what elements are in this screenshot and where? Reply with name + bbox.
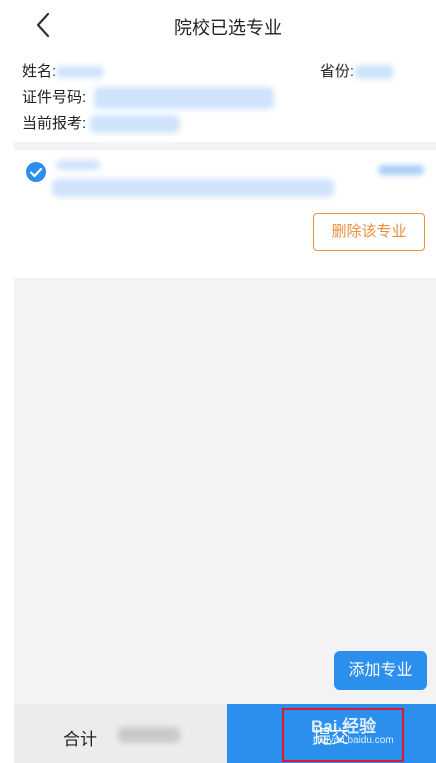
major-list-empty-area (14, 278, 436, 704)
navigation-bar: 院校已选专业 (0, 0, 436, 50)
check-circle-icon[interactable] (26, 162, 46, 182)
id-value-redacted (94, 87, 275, 110)
add-major-button[interactable]: 添加专业 (334, 651, 427, 690)
province-label: 省份: (319, 63, 354, 80)
app-screen: 院校已选专业 姓名: 省份: 证件号码: 当前报考: 删除该专业 添加专业 合计… (0, 0, 436, 763)
current-application-redacted (90, 115, 181, 134)
current-application-row: 当前报考: (22, 112, 181, 134)
id-label: 证件号码: (22, 89, 87, 106)
current-application-label: 当前报考: (22, 115, 87, 132)
major-detail-redacted (52, 179, 334, 197)
province-value-redacted (354, 65, 394, 80)
submit-label: 提交 (313, 727, 349, 747)
name-label: 姓名: (22, 63, 57, 80)
total-amount-redacted (118, 727, 180, 743)
name-value-redacted (56, 66, 105, 79)
submit-button[interactable]: 提交 (227, 704, 436, 763)
applicant-info: 姓名: 省份: 证件号码: 当前报考: (14, 54, 436, 142)
section-divider (14, 142, 436, 150)
major-fee-redacted (378, 165, 424, 175)
page-title: 院校已选专业 (174, 18, 282, 38)
major-code-redacted (56, 160, 100, 170)
province-row: 省份: (320, 60, 394, 81)
selected-major-card: 删除该专业 (14, 150, 436, 278)
delete-major-button[interactable]: 删除该专业 (313, 213, 425, 251)
total-bar: 合计 (14, 704, 227, 763)
total-label: 合计 (63, 730, 97, 749)
id-row: 证件号码: (22, 86, 275, 110)
name-row: 姓名: (22, 60, 105, 81)
